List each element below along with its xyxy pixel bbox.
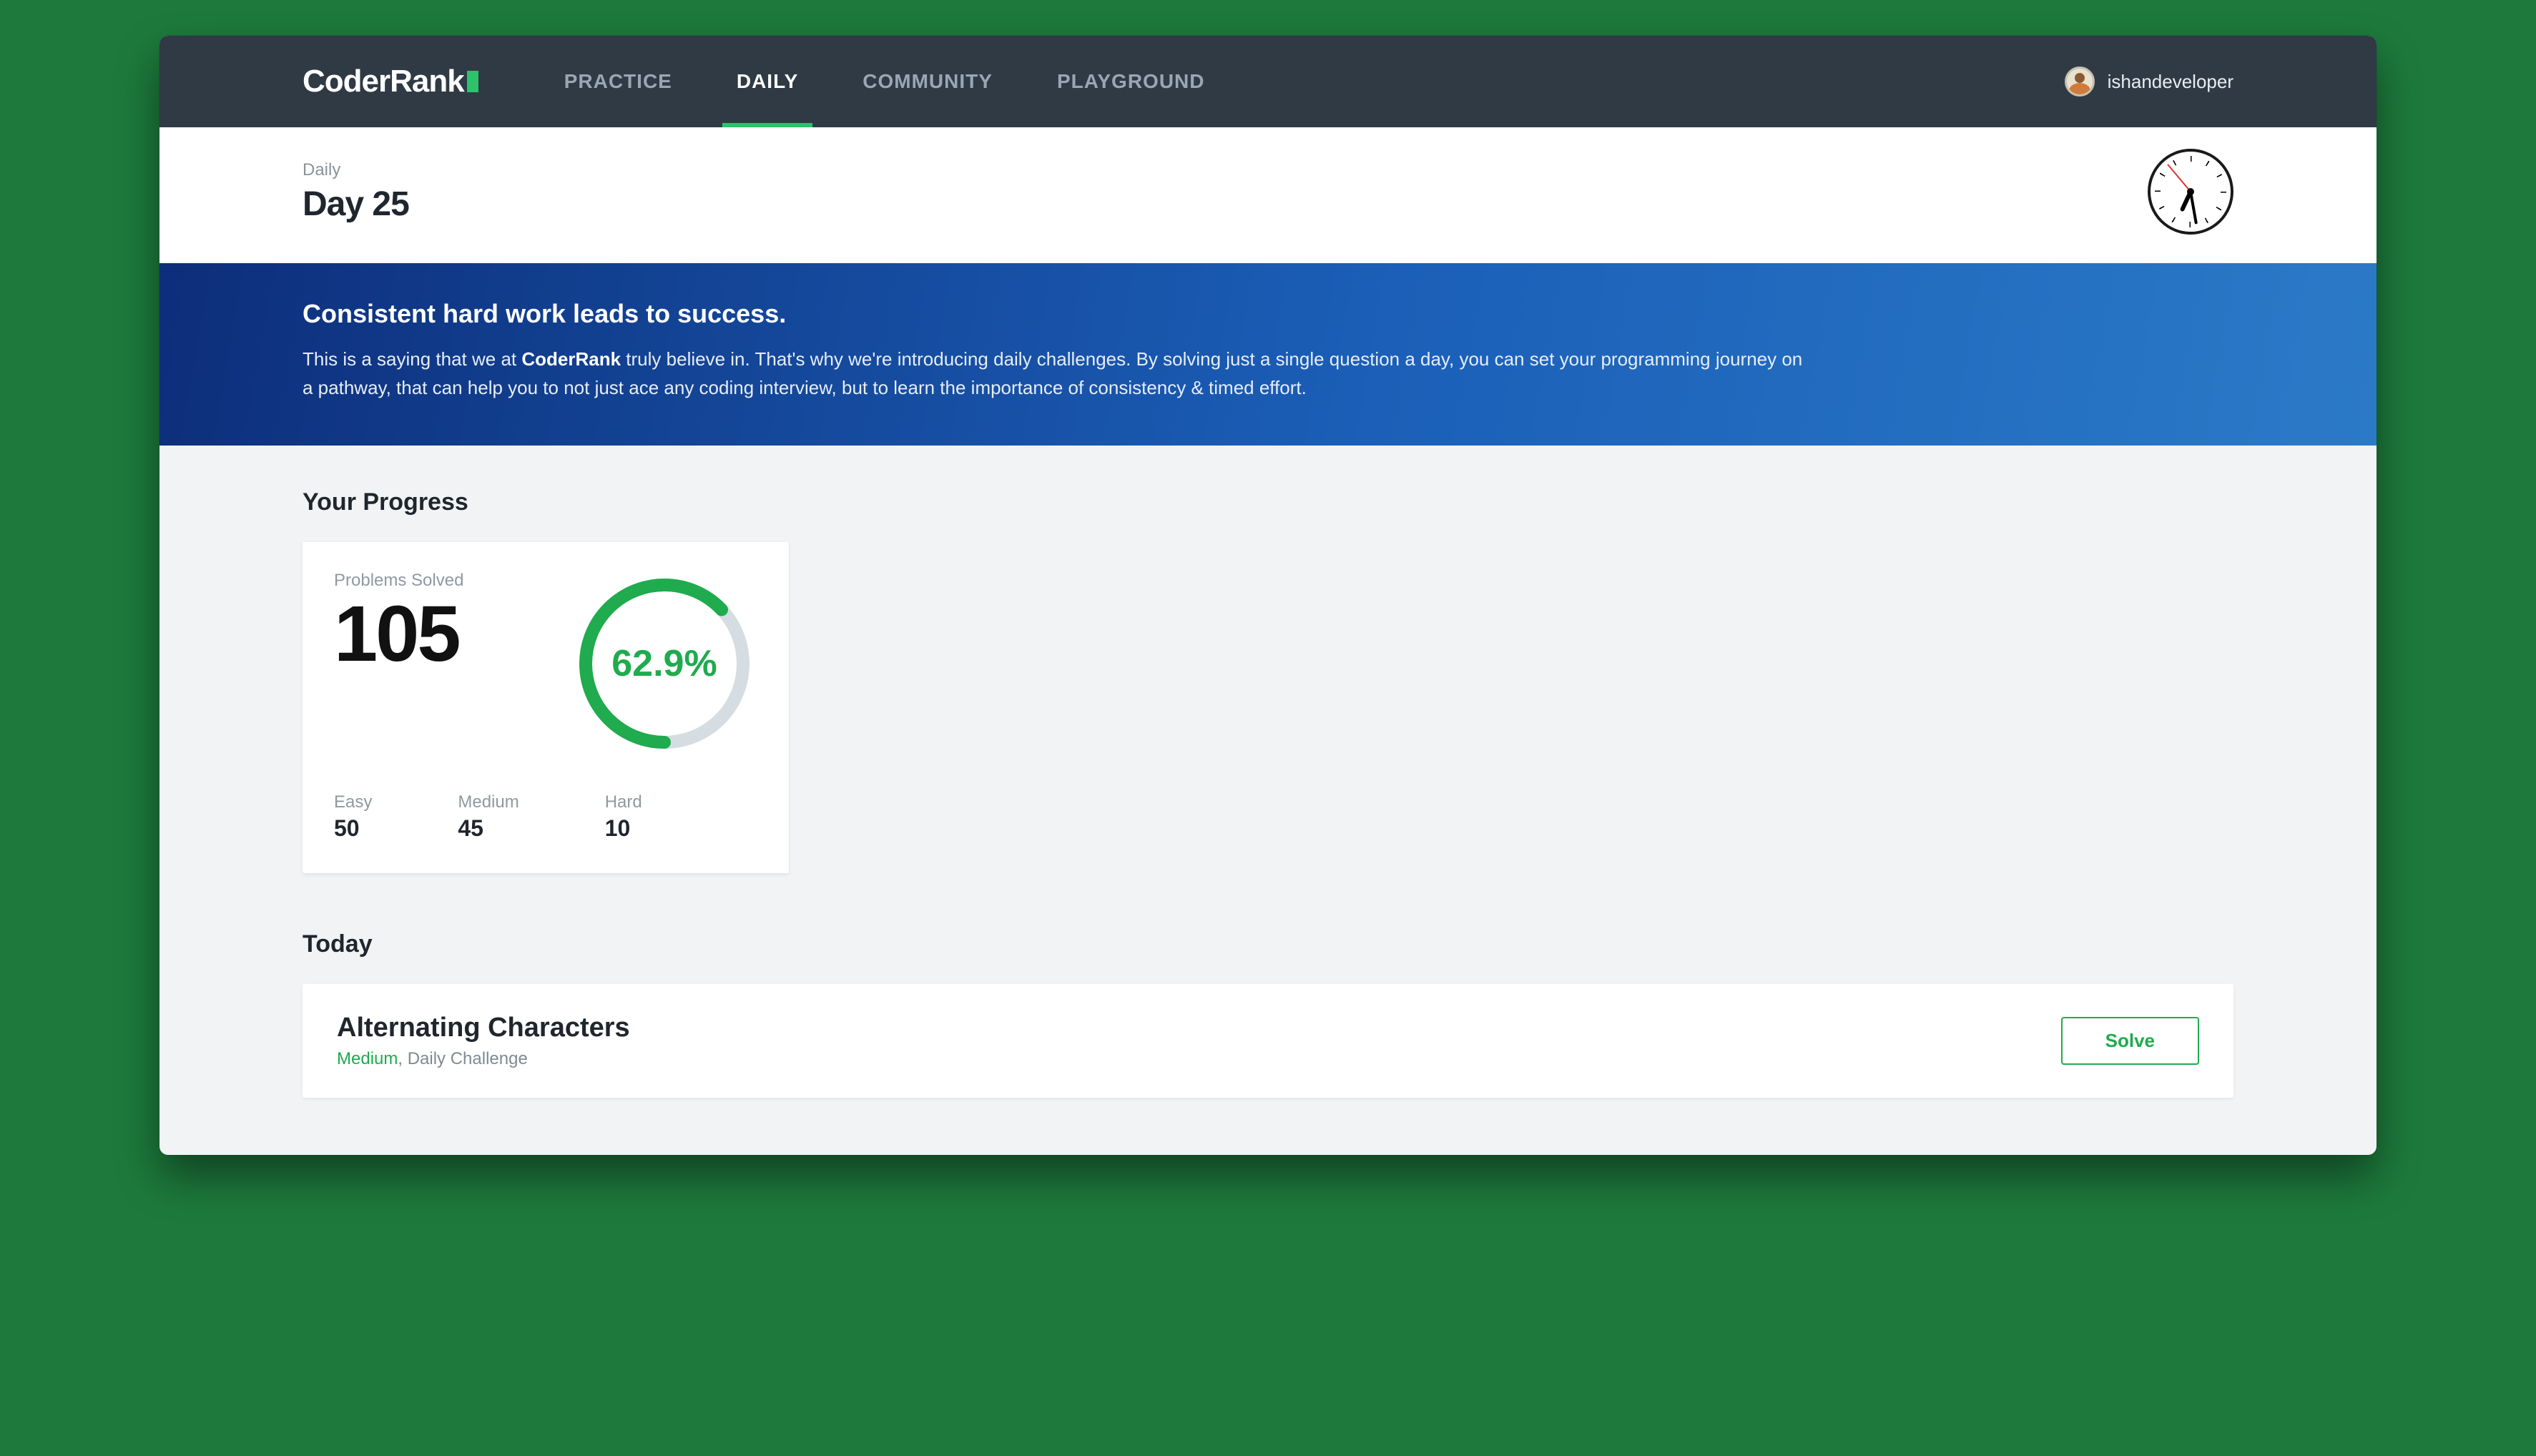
completion-gauge: 62.9% xyxy=(571,571,757,757)
avatar-icon xyxy=(2065,67,2095,97)
progress-card: Problems Solved 105 62.9% Easy 50 xyxy=(303,542,789,873)
difficulty-easy: Easy 50 xyxy=(334,792,372,842)
user-menu[interactable]: ishandeveloper xyxy=(2065,67,2233,97)
today-problem-level: Medium xyxy=(337,1049,398,1068)
content-area: Your Progress Problems Solved 105 62.9% xyxy=(159,446,2377,1155)
nav-tabs: PRACTICE DAILY COMMUNITY PLAYGROUND xyxy=(564,36,1205,127)
today-problem-meta: Medium, Daily Challenge xyxy=(337,1049,630,1069)
nav-tab-playground[interactable]: PLAYGROUND xyxy=(1057,36,1205,127)
problems-solved-value: 105 xyxy=(334,595,463,674)
clock-icon xyxy=(2148,149,2233,235)
completion-percent: 62.9% xyxy=(571,571,757,757)
nav-tab-daily[interactable]: DAILY xyxy=(737,36,798,127)
banner-text: This is a saying that we at CoderRank tr… xyxy=(303,345,1804,403)
difficulty-medium: Medium 45 xyxy=(458,792,518,842)
intro-banner: Consistent hard work leads to success. T… xyxy=(159,263,2377,446)
page-title: Day 25 xyxy=(303,185,2148,224)
username: ishandeveloper xyxy=(2108,71,2233,93)
brand-logo[interactable]: CoderRank xyxy=(303,64,478,99)
brand-name: CoderRank xyxy=(303,64,464,99)
day-header: Daily Day 25 xyxy=(159,127,2377,263)
nav-tab-community[interactable]: COMMUNITY xyxy=(862,36,993,127)
app-window: CoderRank PRACTICE DAILY COMMUNITY PLAYG… xyxy=(159,36,2377,1155)
today-problem-title: Alternating Characters xyxy=(337,1013,630,1043)
nav-tab-practice[interactable]: PRACTICE xyxy=(564,36,672,127)
brand-accent-icon xyxy=(467,71,478,92)
problems-solved-label: Problems Solved xyxy=(334,571,463,591)
today-section-title: Today xyxy=(303,930,2233,958)
today-card: Alternating Characters Medium, Daily Cha… xyxy=(303,984,2233,1098)
banner-title: Consistent hard work leads to success. xyxy=(303,299,2233,329)
difficulty-hard: Hard 10 xyxy=(605,792,642,842)
progress-section-title: Your Progress xyxy=(303,488,2233,516)
top-navbar: CoderRank PRACTICE DAILY COMMUNITY PLAYG… xyxy=(159,36,2377,127)
solve-button[interactable]: Solve xyxy=(2061,1017,2199,1065)
breadcrumb: Daily xyxy=(303,160,2148,180)
